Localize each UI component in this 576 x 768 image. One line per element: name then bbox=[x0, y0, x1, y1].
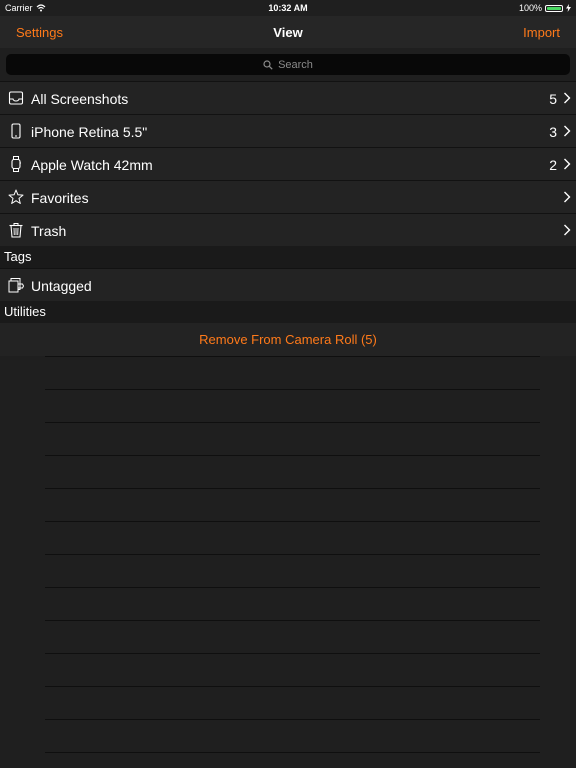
status-bar: Carrier 10:32 AM 100% bbox=[0, 0, 576, 16]
list-item-label: Trash bbox=[31, 223, 67, 239]
page-title: View bbox=[273, 25, 303, 40]
list-item-label: Favorites bbox=[31, 190, 89, 206]
search-icon bbox=[263, 59, 273, 70]
battery-percent: 100% bbox=[518, 3, 542, 13]
divider bbox=[45, 587, 540, 588]
list-item-label: Apple Watch 42mm bbox=[31, 157, 153, 173]
divider bbox=[45, 356, 540, 357]
iphone-icon bbox=[11, 123, 21, 139]
chevron-right-icon bbox=[564, 92, 571, 104]
divider bbox=[45, 752, 540, 753]
list-item-label: All Screenshots bbox=[31, 91, 129, 107]
divider bbox=[45, 719, 540, 720]
divider bbox=[45, 389, 540, 390]
chevron-right-icon bbox=[564, 191, 571, 203]
item-count: 2 bbox=[549, 157, 557, 173]
utilities-section-header: Utilities bbox=[0, 301, 576, 323]
divider bbox=[45, 686, 540, 687]
search-input[interactable]: Search bbox=[6, 54, 570, 75]
chevron-right-icon bbox=[564, 224, 571, 236]
list-item-label: Untagged bbox=[31, 278, 92, 294]
divider bbox=[45, 422, 540, 423]
search-placeholder: Search bbox=[278, 58, 313, 71]
empty-rows bbox=[0, 356, 576, 767]
list-item-favorites[interactable]: Favorites bbox=[0, 180, 576, 213]
divider bbox=[45, 521, 540, 522]
item-count: 3 bbox=[549, 124, 557, 140]
tags-section-header: Tags bbox=[0, 246, 576, 268]
view-list: All Screenshots 5 iPhone Retina 5.5" 3 A… bbox=[0, 81, 576, 767]
charging-bolt-icon bbox=[566, 4, 571, 12]
status-time: 10:32 AM bbox=[268, 3, 308, 13]
divider bbox=[45, 554, 540, 555]
divider bbox=[45, 620, 540, 621]
chevron-right-icon bbox=[564, 158, 571, 170]
navigation-bar: Settings View Import bbox=[0, 16, 576, 48]
divider bbox=[45, 488, 540, 489]
list-item-untagged[interactable]: Untagged bbox=[0, 268, 576, 301]
item-count: 5 bbox=[549, 91, 557, 107]
search-area: Search bbox=[0, 48, 576, 81]
tag-untagged-icon bbox=[8, 278, 24, 293]
list-item-iphone-retina[interactable]: iPhone Retina 5.5" 3 bbox=[0, 114, 576, 147]
remove-from-camera-roll-button[interactable]: Remove From Camera Roll (5) bbox=[0, 323, 576, 356]
trash-icon bbox=[9, 223, 23, 238]
divider bbox=[45, 455, 540, 456]
list-item-all-screenshots[interactable]: All Screenshots 5 bbox=[0, 81, 576, 114]
tray-icon bbox=[8, 91, 24, 105]
watch-icon bbox=[11, 156, 21, 172]
list-item-label: iPhone Retina 5.5" bbox=[31, 124, 148, 140]
list-item-apple-watch[interactable]: Apple Watch 42mm 2 bbox=[0, 147, 576, 180]
star-icon bbox=[8, 189, 24, 204]
divider bbox=[45, 653, 540, 654]
list-item-trash[interactable]: Trash bbox=[0, 213, 576, 246]
battery-info: 100% bbox=[519, 3, 571, 13]
chevron-right-icon bbox=[564, 125, 571, 137]
import-button[interactable]: Import bbox=[523, 25, 560, 40]
battery-icon bbox=[545, 4, 563, 12]
